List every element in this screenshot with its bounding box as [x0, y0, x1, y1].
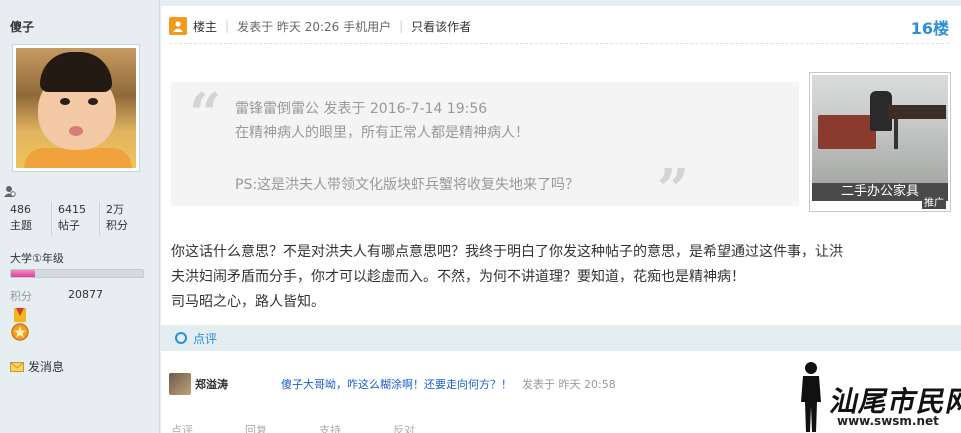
post-actions: 点评 回复 支持 反对: [171, 422, 671, 433]
post-body-line: 你这话什么意思？不是对洪夫人有哪点意思吧？我终于明白了你发这种帖子的意思，是希望…: [171, 244, 843, 260]
envelope-icon: [10, 361, 24, 372]
author-name[interactable]: 傻子: [10, 18, 34, 35]
quote-text-line: 在精神病人的眼里，所有正常人都是精神病人！: [235, 125, 529, 141]
comment-text: 傻子大哥呦，咋这么糊涂啊！还要走向何方？！: [281, 378, 512, 391]
points-row: 积分 20877: [10, 288, 150, 304]
post-body-line: 司马昭之心，路人皆知。: [171, 294, 325, 310]
avatar-image: [16, 48, 136, 168]
action-reply[interactable]: 回复: [245, 422, 267, 433]
user-grade[interactable]: 大学①年级: [10, 250, 64, 266]
ad-tag: 推广: [922, 194, 946, 209]
post-meta-bar: 楼主 | 发表于 昨天 20:26 手机用户 | 只看该作者: [169, 14, 471, 38]
grade-progress-fill: [11, 270, 35, 277]
divider: [169, 43, 949, 44]
quote-block: “ 雷锋雷倒雷公 发表于 2016-7-14 19:56 在精神病人的眼里，所有…: [171, 81, 799, 220]
author-sidebar: 傻子 486 主题 6415 帖子 2万 积分 大学①年级 积分 20877 发…: [0, 0, 160, 433]
stat-posts[interactable]: 6415 帖子: [52, 202, 100, 236]
quote-source: 雷锋雷倒雷公 发表于 2016-7-14 19:56: [235, 101, 488, 117]
points-value: 20877: [68, 288, 103, 301]
action-oppose[interactable]: 反对: [393, 422, 415, 433]
stat-points[interactable]: 2万 积分: [100, 202, 148, 236]
comment-time: 发表于 昨天 20:58: [522, 378, 616, 391]
top-strip: [161, 0, 961, 6]
comment-ring-icon: [175, 332, 187, 344]
watermark-url: www.swsm.net: [837, 414, 939, 428]
site-watermark: 汕尾市民网 www.swsm.net: [797, 360, 961, 433]
man-silhouette-icon: [801, 362, 821, 432]
grade-progress-bar: [10, 269, 144, 278]
host-label: 楼主: [193, 19, 218, 34]
quote-text-line: PS:这是洪夫人带领文化版块虾兵蟹将收复失地来了吗？: [235, 177, 580, 193]
floor-number[interactable]: 16楼: [911, 15, 949, 39]
forum-post-page: 傻子 486 主题 6415 帖子 2万 积分 大学①年级 积分 20877 发…: [0, 0, 961, 433]
commenter-avatar[interactable]: [169, 373, 191, 395]
online-status-icon: [4, 186, 16, 197]
author-only-link[interactable]: 只看该作者: [411, 18, 471, 35]
avatar[interactable]: [12, 44, 140, 172]
quote-open-icon: “: [189, 81, 222, 147]
action-support[interactable]: 支持: [319, 422, 341, 433]
rate-label: 点评: [193, 332, 218, 346]
ad-image: [812, 75, 948, 183]
stat-threads[interactable]: 486 主题: [4, 202, 52, 236]
rate-section-header: 点评: [161, 325, 961, 351]
post-body: 你这话什么意思？不是对洪夫人有哪点意思吧？我终于明白了你发这种帖子的意思，是希望…: [171, 240, 951, 315]
quote-close-icon: ”: [657, 157, 690, 223]
points-label: 积分: [10, 290, 32, 303]
post-body-line: 夫洪妇闹矛盾而分手，你才可以趁虚而入。不然，为何不讲道理？要知道，花痴也是精神病…: [171, 269, 745, 285]
ad-box[interactable]: 二手办公家具 推广: [809, 72, 951, 212]
host-icon: [169, 17, 187, 35]
send-message-button[interactable]: 发消息: [10, 358, 64, 375]
post-time: 发表于 昨天 20:26 手机用户: [237, 19, 392, 34]
commenter-name[interactable]: 郑溢涛: [195, 376, 281, 392]
author-stats: 486 主题 6415 帖子 2万 积分: [4, 202, 154, 236]
action-rate[interactable]: 点评: [171, 422, 193, 433]
medal-icon[interactable]: [10, 308, 30, 344]
